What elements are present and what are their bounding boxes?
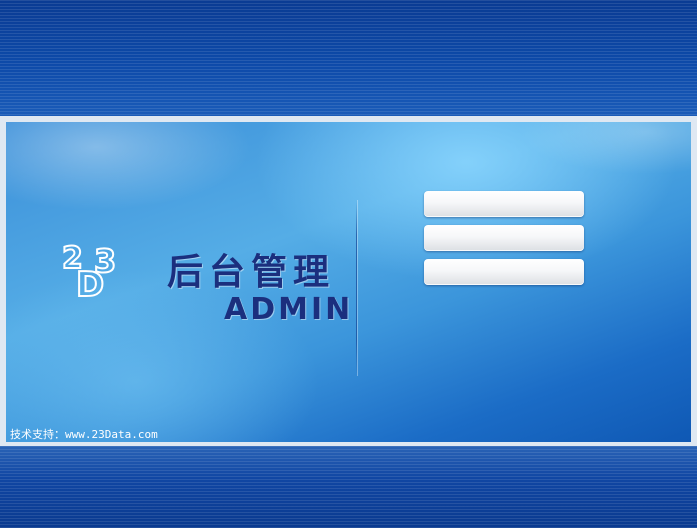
- page-subtitle: ADMIN: [224, 292, 354, 327]
- footer-band: [0, 446, 697, 528]
- password-input[interactable]: [424, 225, 584, 251]
- header-band: [0, 0, 697, 116]
- vertical-divider: [356, 200, 357, 376]
- login-page: 2 3 D 后台管理 ADMIN 技术支持：www.23Data.com: [0, 0, 697, 528]
- svg-text:D: D: [76, 265, 104, 300]
- brand-logo-icon: 2 3 D: [62, 242, 117, 300]
- captcha-input[interactable]: [424, 259, 584, 285]
- page-title: 后台管理: [167, 252, 336, 293]
- username-input[interactable]: [424, 191, 584, 217]
- support-footer-text: 技术支持：www.23Data.com: [10, 428, 158, 441]
